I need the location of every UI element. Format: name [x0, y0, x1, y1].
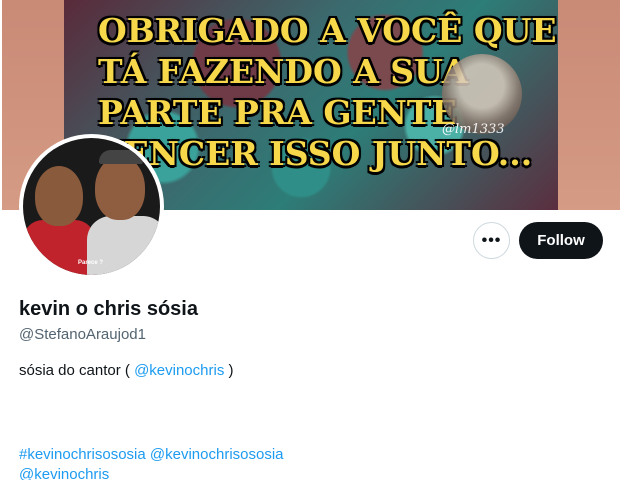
avatar-person-left-shirt [23, 220, 95, 275]
avatar-person-right-shirt [87, 216, 160, 275]
hashtag-link[interactable]: #kevinochrisososia [19, 446, 146, 463]
avatar-photo: Parece ? [23, 138, 160, 275]
more-options-button[interactable]: ••• [473, 222, 510, 259]
avatar-caption: Parece ? [78, 260, 104, 266]
bio: sósia do cantor ( @kevinochris ) [19, 362, 234, 379]
bio-text-suffix: ) [224, 362, 234, 379]
user-handle: @StefanoAraujod1 [19, 326, 146, 343]
banner-line-1: OBRIGADO A VOCÊ QUE [98, 11, 557, 50]
avatar-person-left-face [35, 166, 83, 226]
follow-button[interactable]: Follow [519, 222, 603, 259]
profile-page: OBRIGADO A VOCÊ QUE TÁ FAZENDO A SUA PAR… [0, 0, 640, 480]
banner-line-4: VENCER ISSO JUNTO... [98, 134, 533, 173]
banner-signature: @lm1333 [442, 122, 505, 137]
avatar-person-right-face [95, 156, 145, 220]
bio-hashtags: #kevinochrisososia @kevinochrisososia @k… [19, 445, 579, 480]
more-icon: ••• [481, 231, 502, 249]
mention-link-2[interactable]: @kevinochris [19, 466, 109, 480]
bio-mention-link[interactable]: @kevinochris [134, 362, 224, 379]
mention-link[interactable]: @kevinochrisososia [150, 446, 284, 463]
bio-text-prefix: sósia do cantor ( [19, 362, 135, 379]
avatar[interactable]: Parece ? [19, 134, 164, 279]
display-name: kevin o chris sósia [19, 298, 198, 320]
avatar-cap [99, 150, 143, 164]
